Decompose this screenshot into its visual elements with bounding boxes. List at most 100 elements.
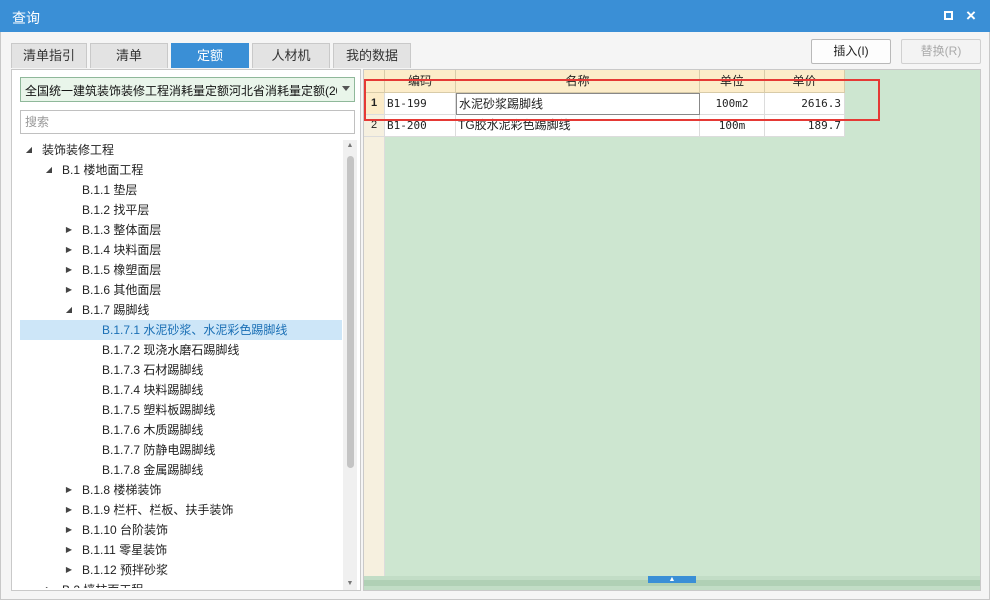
tree-node[interactable]: ▶ B.1.6 其他面层	[20, 280, 342, 300]
tree-node[interactable]: B.1.7.3 石材踢脚线	[20, 360, 342, 380]
window-title: 查询	[12, 10, 40, 26]
tree-node[interactable]: ▶ B.1.12 预拌砂浆	[20, 560, 342, 580]
leaf-spacer	[64, 180, 74, 200]
leaf-spacer	[84, 340, 94, 360]
tree-scrollbar[interactable]: ▲ ▼	[343, 140, 357, 590]
tree-node[interactable]: B.1.7.8 金属踢脚线	[20, 460, 342, 480]
tab-my-data[interactable]: 我的数据	[333, 43, 411, 68]
tree-node-label: B.1.7 踢脚线	[82, 303, 150, 317]
leaf-spacer	[84, 460, 94, 480]
tree-node[interactable]: ▶ B.1.10 台阶装饰	[20, 520, 342, 540]
title-bar: 查询 ×	[0, 0, 990, 32]
tree-node[interactable]: ▶ B.1.4 块料面层	[20, 240, 342, 260]
cell-price[interactable]: 2616.3	[765, 93, 845, 115]
category-tree: ◢ 装饰装修工程 ◢ B.1 楼地面工程 B.1.1 垫层 B.1.2 找平层 ▶ B…	[20, 140, 342, 588]
library-dropdown[interactable]: 全国统一建筑装饰装修工程消耗量定额河北省消耗量定额(20	[20, 77, 355, 102]
insert-button[interactable]: 插入(I)	[811, 39, 891, 64]
close-icon[interactable]: ×	[961, 6, 981, 26]
leaf-spacer	[84, 360, 94, 380]
horizontal-scrollbar[interactable]: ▲	[364, 576, 980, 590]
tree-node-label: B.1.6 其他面层	[82, 283, 162, 297]
tree-node[interactable]: ▶ B.1.5 橡塑面层	[20, 260, 342, 280]
tree-node[interactable]: B.1.2 找平层	[20, 200, 342, 220]
tree-node-label: B.1.7.4 块料踢脚线	[102, 383, 204, 397]
leaf-spacer	[84, 380, 94, 400]
tree-node-label: 装饰装修工程	[42, 143, 115, 157]
tree-node[interactable]: ▶ B.2 墙柱面工程	[20, 580, 342, 588]
expand-icon[interactable]: ▶	[64, 540, 74, 560]
tree-node-label: B.1.10 台阶装饰	[82, 523, 169, 537]
tree-node[interactable]: ◢ 装饰装修工程	[20, 140, 342, 160]
tree-node[interactable]: B.1.1 垫层	[20, 180, 342, 200]
tree-node[interactable]: ▶ B.1.11 零星装饰	[20, 540, 342, 560]
cell-unit[interactable]: 100m	[700, 115, 765, 137]
column-header-name[interactable]: 名称	[456, 70, 700, 93]
expand-icon[interactable]: ▶	[64, 280, 74, 300]
tree-node-label: B.1.7.5 塑料板踢脚线	[102, 403, 216, 417]
tree-node-label: B.1.7.8 金属踢脚线	[102, 463, 204, 477]
tab-labor-material[interactable]: 人材机	[252, 43, 330, 68]
row-number-header	[364, 70, 385, 93]
expand-icon[interactable]: ▶	[44, 580, 54, 588]
column-header-price[interactable]: 单价	[765, 70, 845, 93]
query-dialog: 清单指引 清单 定额 人材机 我的数据 插入(I) 替换(R) 全国统一建筑装饰…	[0, 32, 990, 600]
row-number-gutter	[364, 137, 385, 577]
tree-node-label: B.1.1 垫层	[82, 183, 138, 197]
expand-icon[interactable]: ▶	[64, 500, 74, 520]
expand-icon[interactable]: ▶	[64, 560, 74, 580]
search-input[interactable]	[20, 110, 355, 134]
tree-node[interactable]: ◢ B.1.7 踢脚线	[20, 300, 342, 320]
expand-icon[interactable]: ▶	[64, 260, 74, 280]
tree-node[interactable]: B.1.7.7 防静电踢脚线	[20, 440, 342, 460]
tab-quota[interactable]: 定额	[171, 43, 249, 68]
tree-node[interactable]: ▶ B.1.8 楼梯装饰	[20, 480, 342, 500]
leaf-spacer	[84, 440, 94, 460]
expand-icon[interactable]: ▶	[64, 240, 74, 260]
tree-node-selected[interactable]: B.1.7.1 水泥砂浆、水泥彩色踢脚线	[20, 320, 342, 340]
row-number[interactable]: 1	[364, 93, 385, 115]
tree-node[interactable]: B.1.7.5 塑料板踢脚线	[20, 400, 342, 420]
collapse-icon[interactable]: ◢	[24, 140, 34, 160]
tree-node[interactable]: ▶ B.1.9 栏杆、栏板、扶手装饰	[20, 500, 342, 520]
column-header-code[interactable]: 编码	[385, 70, 456, 93]
tree-node-label: B.2 墙柱面工程	[62, 580, 143, 588]
leaf-spacer	[64, 200, 74, 220]
tab-list-guide[interactable]: 清单指引	[11, 43, 87, 68]
maximize-icon[interactable]	[938, 6, 958, 26]
collapse-panel-icon[interactable]: ▲	[648, 576, 696, 583]
leaf-spacer	[84, 400, 94, 420]
cell-name[interactable]: TG胶水泥彩色踢脚线	[456, 115, 700, 137]
tree-node-label: B.1.12 预拌砂浆	[82, 563, 169, 577]
cell-code[interactable]: B1-200	[385, 115, 456, 137]
tree-node-label: B.1.7.7 防静电踢脚线	[102, 443, 216, 457]
cell-name[interactable]: 水泥砂浆踢脚线	[456, 93, 700, 115]
tree-node[interactable]: ▶ B.1.3 整体面层	[20, 220, 342, 240]
collapse-icon[interactable]: ◢	[64, 300, 74, 320]
collapse-icon[interactable]: ◢	[44, 160, 54, 180]
expand-icon[interactable]: ▶	[64, 480, 74, 500]
scroll-down-icon[interactable]: ▼	[343, 578, 357, 590]
expand-icon[interactable]: ▶	[64, 220, 74, 240]
tree-node[interactable]: B.1.7.6 木质踢脚线	[20, 420, 342, 440]
library-value: 全国统一建筑装饰装修工程消耗量定额河北省消耗量定额(20	[25, 84, 337, 98]
leaf-spacer	[84, 320, 94, 340]
tree-node-label: B.1.7.6 木质踢脚线	[102, 423, 204, 437]
row-number[interactable]: 2	[364, 115, 385, 137]
cell-unit[interactable]: 100m2	[700, 93, 765, 115]
tree-node[interactable]: B.1.7.2 现浇水磨石踢脚线	[20, 340, 342, 360]
column-header-unit[interactable]: 单位	[700, 70, 765, 93]
scroll-thumb[interactable]	[347, 156, 354, 468]
tree-node-label: B.1.7.1 水泥砂浆、水泥彩色踢脚线	[102, 323, 288, 337]
tree-node-label: B.1.11 零星装饰	[82, 543, 168, 557]
tree-node-label: B.1.3 整体面层	[82, 223, 162, 237]
scroll-up-icon[interactable]: ▲	[343, 140, 357, 152]
chevron-down-icon	[342, 86, 350, 91]
expand-icon[interactable]: ▶	[64, 520, 74, 540]
replace-button[interactable]: 替换(R)	[901, 39, 981, 64]
cell-code[interactable]: B1-199	[385, 93, 456, 115]
tab-list[interactable]: 清单	[90, 43, 168, 68]
tree-node[interactable]: ◢ B.1 楼地面工程	[20, 160, 342, 180]
tree-node[interactable]: B.1.7.4 块料踢脚线	[20, 380, 342, 400]
cell-price[interactable]: 189.7	[765, 115, 845, 137]
tree-node-label: B.1.4 块料面层	[82, 243, 162, 257]
